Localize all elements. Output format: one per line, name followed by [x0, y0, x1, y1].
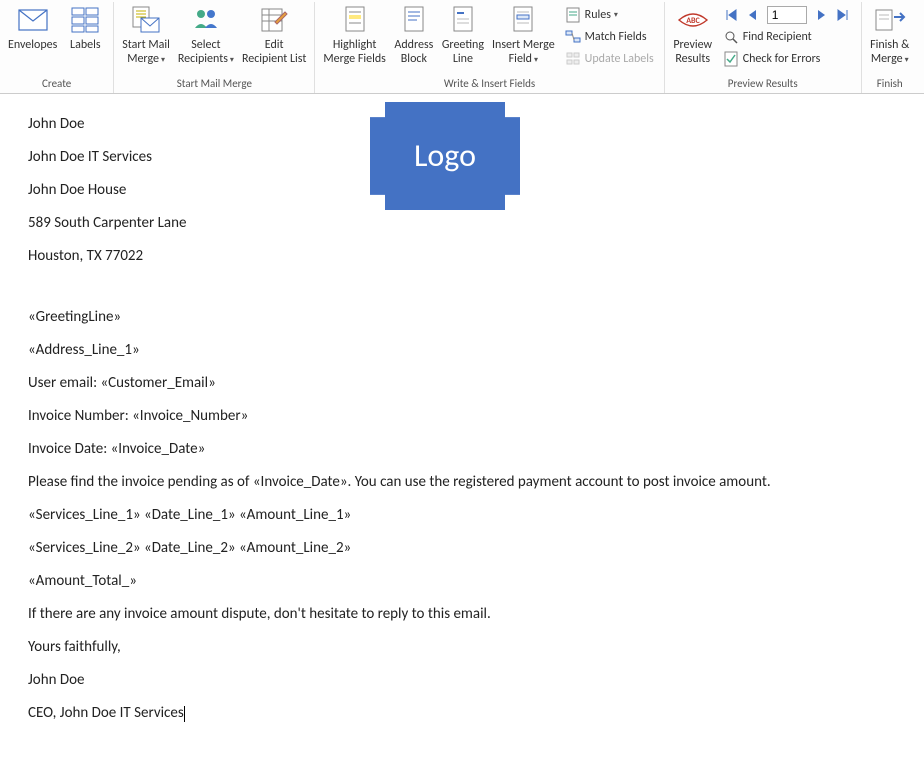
find-recipient-label: Find Recipient — [743, 30, 812, 44]
address-block-label: Address Block — [394, 38, 433, 66]
envelope-icon — [17, 4, 49, 36]
signer-name: John Doe — [28, 670, 896, 691]
start-mail-merge-label: Start Mail Merge▾ — [122, 38, 170, 67]
match-fields-label: Match Fields — [585, 30, 647, 44]
start-mail-merge-button[interactable]: Start Mail Merge▾ — [118, 2, 174, 67]
update-labels-icon — [565, 51, 581, 67]
text-cursor — [184, 706, 185, 722]
preview-results-button[interactable]: ABC Preview Results — [669, 2, 717, 66]
mail-merge-icon — [130, 4, 162, 36]
edit-recipient-list-label: Edit Recipient List — [242, 38, 306, 66]
match-fields-icon — [565, 29, 581, 45]
chevron-down-icon: ▾ — [161, 55, 165, 65]
finish-merge-button[interactable]: Finish & Merge▾ — [866, 2, 914, 67]
group-create-label: Create — [4, 75, 109, 93]
finish-label: Finish & Merge▾ — [870, 38, 909, 67]
intro-paragraph: Please find the invoice pending as of «I… — [28, 472, 896, 493]
preview-label: Preview Results — [673, 38, 712, 66]
dispute-paragraph: If there are any invoice amount dispute,… — [28, 604, 896, 625]
insert-field-icon — [507, 4, 539, 36]
check-errors-button[interactable]: Check for Errors — [719, 48, 855, 70]
invoice-date-line: Invoice Date: «Invoice_Date» — [28, 439, 896, 460]
closing-line: Yours faithfully, — [28, 637, 896, 658]
chevron-down-icon: ▾ — [230, 55, 234, 65]
record-nav — [719, 4, 855, 26]
edit-recipient-list-button[interactable]: Edit Recipient List — [238, 2, 310, 66]
signer-title-line: CEO, John Doe IT Services — [28, 703, 896, 724]
address-line-1-field: «Address_Line_1» — [28, 340, 896, 361]
insert-field-label: Insert Merge Field▾ — [492, 38, 555, 67]
update-labels-label: Update Labels — [585, 52, 654, 66]
check-errors-icon — [723, 51, 739, 67]
last-record-button[interactable] — [835, 7, 851, 23]
address-block-icon — [398, 4, 430, 36]
logo-placeholder: Logo — [370, 102, 520, 210]
update-labels-button: Update Labels — [561, 48, 658, 70]
find-recipient-button[interactable]: Find Recipient — [719, 26, 855, 48]
sender-city: Houston, TX 77022 — [28, 246, 896, 267]
letter-body: «GreetingLine» «Address_Line_1» User ema… — [28, 307, 896, 724]
labels-icon — [69, 4, 101, 36]
labels-label: Labels — [70, 38, 101, 52]
highlight-merge-fields-button[interactable]: Highlight Merge Fields — [319, 2, 389, 66]
greeting-icon — [447, 4, 479, 36]
next-record-button[interactable] — [813, 7, 829, 23]
group-write-insert: Highlight Merge Fields Address Block Gre… — [315, 2, 664, 93]
chevron-down-icon: ▾ — [614, 10, 618, 20]
amount-total-field: «Amount_Total_» — [28, 571, 896, 592]
chevron-down-icon: ▾ — [905, 55, 909, 65]
recipients-icon — [190, 4, 222, 36]
invoice-number-line: Invoice Number: «Invoice_Number» — [28, 406, 896, 427]
envelopes-button[interactable]: Envelopes — [4, 2, 61, 52]
service-line-1: «Services_Line_1» «Date_Line_1» «Amount_… — [28, 505, 896, 526]
group-finish-label: Finish — [866, 75, 914, 93]
greeting-label: Greeting Line — [442, 38, 484, 66]
address-block-button[interactable]: Address Block — [390, 2, 438, 66]
labels-button[interactable]: Labels — [61, 2, 109, 52]
insert-merge-field-button[interactable]: Insert Merge Field▾ — [488, 2, 559, 67]
select-recipients-label: Select Recipients▾ — [178, 38, 234, 67]
service-line-2: «Services_Line_2» «Date_Line_2» «Amount_… — [28, 538, 896, 559]
greeting-line-button[interactable]: Greeting Line — [438, 2, 488, 66]
record-number-input[interactable] — [767, 6, 807, 24]
highlight-label: Highlight Merge Fields — [323, 38, 385, 66]
greeting-line-field: «GreetingLine» — [28, 307, 896, 328]
rules-icon — [565, 7, 581, 23]
group-write-insert-label: Write & Insert Fields — [319, 75, 659, 93]
preview-icon: ABC — [677, 4, 709, 36]
group-start-mail-merge: Start Mail Merge▾ Select Recipients▾ Edi… — [114, 2, 315, 93]
match-fields-button[interactable]: Match Fields — [561, 26, 658, 48]
ribbon: Envelopes Labels Create Start Mail Merge… — [0, 0, 924, 94]
sender-street: 589 South Carpenter Lane — [28, 213, 896, 234]
rules-button[interactable]: Rules ▾ — [561, 4, 658, 26]
select-recipients-button[interactable]: Select Recipients▾ — [174, 2, 238, 67]
finish-icon — [874, 4, 906, 36]
svg-text:ABC: ABC — [686, 16, 700, 26]
group-smm-label: Start Mail Merge — [118, 75, 310, 93]
user-email-line: User email: «Customer_Email» — [28, 373, 896, 394]
highlight-icon — [339, 4, 371, 36]
group-preview: ABC Preview Results Find Recipient — [665, 2, 862, 93]
prev-record-button[interactable] — [745, 7, 761, 23]
search-icon — [723, 29, 739, 45]
chevron-down-icon: ▾ — [534, 55, 538, 65]
envelopes-label: Envelopes — [8, 38, 57, 52]
rules-label: Rules — [585, 8, 611, 22]
group-finish: Finish & Merge▾ Finish — [862, 2, 918, 93]
group-preview-label: Preview Results — [669, 75, 857, 93]
logo-text: Logo — [414, 134, 476, 179]
check-errors-label: Check for Errors — [743, 52, 821, 66]
first-record-button[interactable] — [723, 7, 739, 23]
edit-list-icon — [258, 4, 290, 36]
document-body[interactable]: Logo John Doe John Doe IT Services John … — [0, 94, 924, 776]
group-create: Envelopes Labels Create — [0, 2, 114, 93]
